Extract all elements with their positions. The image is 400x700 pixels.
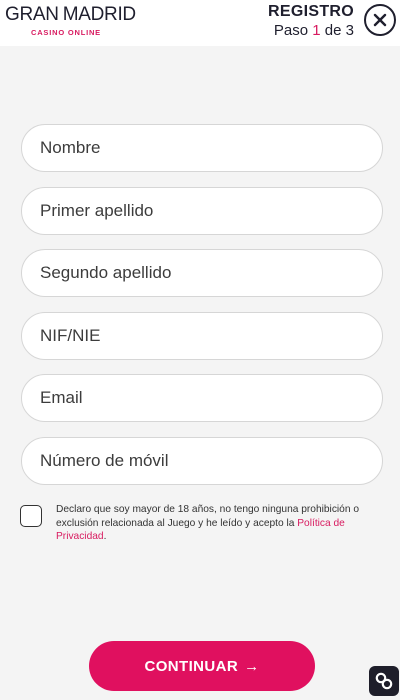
arrow-right-icon: → <box>244 657 260 675</box>
field-primer-apellido[interactable] <box>21 186 383 235</box>
nif-nie-input[interactable] <box>40 325 382 346</box>
consent-text: Declaro que soy mayor de 18 años, no ten… <box>56 503 376 544</box>
header: GRAN MADRID CASINO ONLINE REGISTRO Paso … <box>0 0 400 46</box>
step-current: 1 <box>312 22 321 39</box>
continue-label: CONTINUAR <box>144 657 239 675</box>
consent-end: . <box>103 531 107 542</box>
close-button[interactable] <box>364 4 396 36</box>
nombre-input[interactable] <box>40 138 382 158</box>
continue-button[interactable]: CONTINUAR → <box>89 641 315 691</box>
floating-widget-button[interactable] <box>369 666 399 696</box>
step-indicator: Paso 1 de 3 <box>268 22 354 40</box>
field-nif-nie[interactable] <box>21 311 383 360</box>
step-total: 3 <box>345 22 354 39</box>
close-icon <box>373 13 387 27</box>
consent-row: Declaro que soy mayor de 18 años, no ten… <box>20 503 382 544</box>
logo-right: MADRID <box>62 4 136 25</box>
primer-apellido-input[interactable] <box>40 200 382 221</box>
link-icon <box>375 672 393 690</box>
registration-status: REGISTRO Paso 1 de 3 <box>268 3 354 40</box>
email-input[interactable] <box>40 388 382 408</box>
field-email[interactable] <box>21 374 383 422</box>
field-movil[interactable] <box>21 436 383 485</box>
segundo-apellido-input[interactable] <box>40 263 382 283</box>
step-separator: de <box>324 22 342 39</box>
logo-left: GRAN <box>5 4 59 25</box>
logo-wordmark: GRAN MADRID <box>5 4 136 25</box>
field-nombre[interactable] <box>21 124 383 172</box>
registration-form <box>21 124 383 499</box>
logo-tagline: CASINO ONLINE <box>31 28 101 37</box>
field-segundo-apellido[interactable] <box>21 249 383 297</box>
step-prefix: Paso <box>273 22 309 39</box>
page-title: REGISTRO <box>268 3 354 20</box>
movil-input[interactable] <box>40 450 382 471</box>
logo[interactable]: GRAN MADRID CASINO ONLINE <box>5 4 136 38</box>
consent-checkbox[interactable] <box>20 505 42 527</box>
